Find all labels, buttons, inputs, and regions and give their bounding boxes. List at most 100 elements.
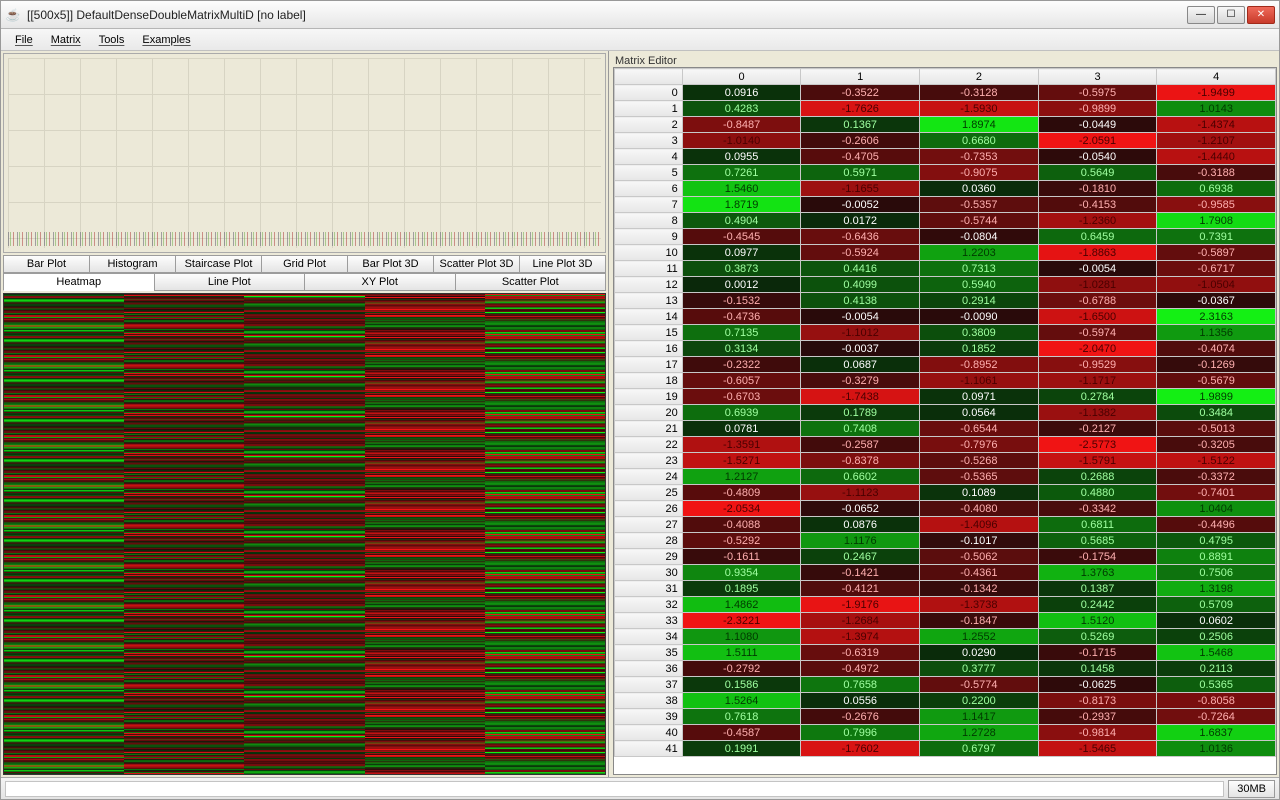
cell[interactable]: -1.2684 — [801, 613, 920, 629]
row-header[interactable]: 26 — [615, 501, 683, 517]
cell[interactable]: -0.0804 — [920, 229, 1039, 245]
cell[interactable]: -1.0504 — [1157, 277, 1276, 293]
cell[interactable]: -0.0652 — [801, 501, 920, 517]
cell[interactable]: -0.9585 — [1157, 197, 1276, 213]
cell[interactable]: -0.9529 — [1038, 357, 1157, 373]
cell[interactable]: -0.4088 — [682, 517, 801, 533]
cell[interactable]: 1.0404 — [1157, 501, 1276, 517]
table-row[interactable]: 29-0.16110.2467-0.5062-0.17540.8891 — [615, 549, 1276, 565]
cell[interactable]: -0.3128 — [920, 85, 1039, 101]
cell[interactable]: 0.2467 — [801, 549, 920, 565]
cell[interactable]: -0.6436 — [801, 229, 920, 245]
cell[interactable]: 0.7261 — [682, 165, 801, 181]
row-header[interactable]: 4 — [615, 149, 683, 165]
table-row[interactable]: 381.52640.05560.2200-0.8173-0.8058 — [615, 693, 1276, 709]
table-row[interactable]: 28-0.52921.1176-0.10170.56850.4795 — [615, 533, 1276, 549]
row-header[interactable]: 35 — [615, 645, 683, 661]
cell[interactable]: 0.3777 — [920, 661, 1039, 677]
cell[interactable]: -0.3205 — [1157, 437, 1276, 453]
table-row[interactable]: 61.5460-1.16550.0360-0.18100.6938 — [615, 181, 1276, 197]
tab-grid-plot[interactable]: Grid Plot — [261, 255, 348, 273]
cell[interactable]: -1.1123 — [801, 485, 920, 501]
table-row[interactable]: 300.9354-0.1421-0.43611.37630.7506 — [615, 565, 1276, 581]
table-row[interactable]: 10.4283-1.7626-1.5930-0.98991.0143 — [615, 101, 1276, 117]
row-header[interactable]: 3 — [615, 133, 683, 149]
cell[interactable]: 0.5269 — [1038, 629, 1157, 645]
row-header[interactable]: 34 — [615, 629, 683, 645]
cell[interactable]: 0.2914 — [920, 293, 1039, 309]
cell[interactable]: 0.2200 — [920, 693, 1039, 709]
cell[interactable]: 0.3484 — [1157, 405, 1276, 421]
cell[interactable]: 0.4416 — [801, 261, 920, 277]
table-row[interactable]: 36-0.2792-0.49720.37770.14580.2113 — [615, 661, 1276, 677]
cell[interactable]: 0.6938 — [1157, 181, 1276, 197]
cell[interactable]: -0.5365 — [920, 469, 1039, 485]
cell[interactable]: -1.5122 — [1157, 453, 1276, 469]
cell[interactable]: -1.5791 — [1038, 453, 1157, 469]
cell[interactable]: -1.6500 — [1038, 309, 1157, 325]
cell[interactable]: -0.5357 — [920, 197, 1039, 213]
cell[interactable]: 0.7391 — [1157, 229, 1276, 245]
cell[interactable]: 0.7408 — [801, 421, 920, 437]
table-row[interactable]: 25-0.4809-1.11230.10890.4880-0.7401 — [615, 485, 1276, 501]
heatmap-view[interactable] — [3, 293, 606, 775]
cell[interactable]: 0.3873 — [682, 261, 801, 277]
cell[interactable]: 0.0971 — [920, 389, 1039, 405]
cell[interactable]: 0.5971 — [801, 165, 920, 181]
cell[interactable]: -0.5774 — [920, 677, 1039, 693]
table-row[interactable]: 22-1.3591-0.2587-0.7976-2.5773-0.3205 — [615, 437, 1276, 453]
cell[interactable]: 0.6797 — [920, 741, 1039, 757]
cell[interactable]: 0.5685 — [1038, 533, 1157, 549]
cell[interactable]: -0.1847 — [920, 613, 1039, 629]
table-row[interactable]: 160.3134-0.00370.1852-2.0470-0.4074 — [615, 341, 1276, 357]
cell[interactable]: 1.2127 — [682, 469, 801, 485]
cell[interactable]: 0.6939 — [682, 405, 801, 421]
cell[interactable]: -0.1754 — [1038, 549, 1157, 565]
cell[interactable]: 0.3809 — [920, 325, 1039, 341]
cell[interactable]: -0.9814 — [1038, 725, 1157, 741]
cell[interactable]: 0.7658 — [801, 677, 920, 693]
cell[interactable]: 1.4862 — [682, 597, 801, 613]
cell[interactable]: -0.2792 — [682, 661, 801, 677]
cell[interactable]: -1.4096 — [920, 517, 1039, 533]
cell[interactable]: 0.2113 — [1157, 661, 1276, 677]
cell[interactable]: 0.2784 — [1038, 389, 1157, 405]
cell[interactable]: -0.3279 — [801, 373, 920, 389]
cell[interactable]: 0.5649 — [1038, 165, 1157, 181]
cell[interactable]: 0.4904 — [682, 213, 801, 229]
table-row[interactable]: 351.5111-0.63190.0290-0.17151.5468 — [615, 645, 1276, 661]
cell[interactable]: -0.1611 — [682, 549, 801, 565]
cell[interactable]: -0.6703 — [682, 389, 801, 405]
cell[interactable]: -0.0540 — [1038, 149, 1157, 165]
cell[interactable]: 1.5120 — [1038, 613, 1157, 629]
cell[interactable]: 0.4880 — [1038, 485, 1157, 501]
cell[interactable]: -1.1012 — [801, 325, 920, 341]
table-row[interactable]: 18-0.6057-0.3279-1.1061-1.1717-0.5679 — [615, 373, 1276, 389]
cell[interactable]: 0.1991 — [682, 741, 801, 757]
cell[interactable]: 0.5709 — [1157, 597, 1276, 613]
table-row[interactable]: 27-0.40880.0876-1.40960.6811-0.4496 — [615, 517, 1276, 533]
cell[interactable]: -0.8378 — [801, 453, 920, 469]
cell[interactable]: 0.6602 — [801, 469, 920, 485]
table-row[interactable]: 50.72610.5971-0.90750.5649-0.3188 — [615, 165, 1276, 181]
cell[interactable]: -0.0054 — [1038, 261, 1157, 277]
cell[interactable]: -0.4705 — [801, 149, 920, 165]
tab-histogram[interactable]: Histogram — [89, 255, 176, 273]
cell[interactable]: 1.5468 — [1157, 645, 1276, 661]
cell[interactable]: -0.8487 — [682, 117, 801, 133]
cell[interactable]: 1.3198 — [1157, 581, 1276, 597]
cell[interactable]: -1.9499 — [1157, 85, 1276, 101]
row-header[interactable]: 38 — [615, 693, 683, 709]
table-row[interactable]: 100.0977-0.59241.2203-1.8863-0.5897 — [615, 245, 1276, 261]
cell[interactable]: 0.7313 — [920, 261, 1039, 277]
cell[interactable]: -0.4809 — [682, 485, 801, 501]
cell[interactable]: -2.0470 — [1038, 341, 1157, 357]
cell[interactable]: 1.1356 — [1157, 325, 1276, 341]
cell[interactable]: 1.0136 — [1157, 741, 1276, 757]
cell[interactable]: -0.6544 — [920, 421, 1039, 437]
table-row[interactable]: 410.1991-1.76020.6797-1.54651.0136 — [615, 741, 1276, 757]
cell[interactable]: 0.0556 — [801, 693, 920, 709]
row-header[interactable]: 41 — [615, 741, 683, 757]
menu-file[interactable]: File — [7, 31, 41, 49]
cell[interactable]: 0.7618 — [682, 709, 801, 725]
